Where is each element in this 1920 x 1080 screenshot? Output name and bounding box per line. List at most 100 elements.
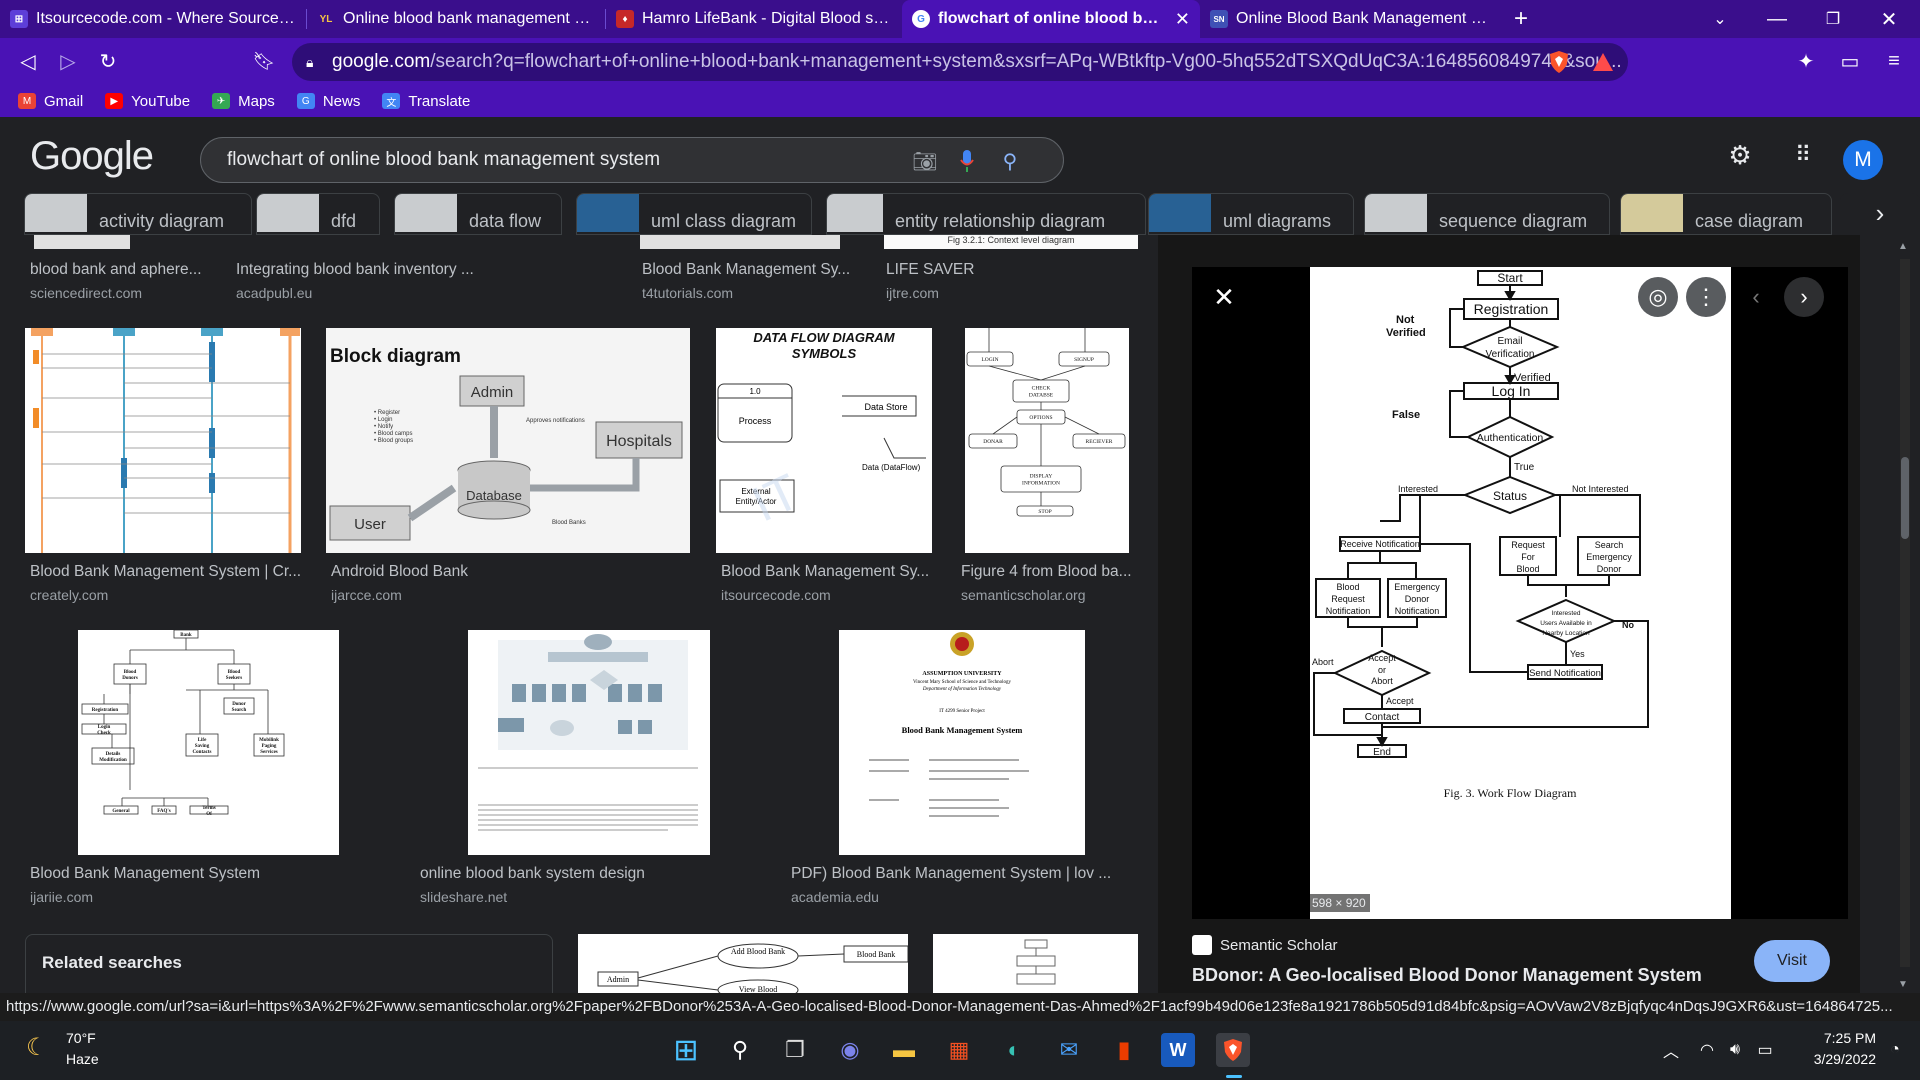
start-menu-icon[interactable]: ⊞ — [669, 1033, 703, 1067]
result-image-bottom-2[interactable] — [933, 934, 1138, 995]
microsoft-store-icon[interactable]: ▦ — [942, 1033, 976, 1067]
camera-icon[interactable]: 📷︎ — [911, 147, 939, 175]
lens-search-icon[interactable]: ◎ — [1638, 277, 1678, 317]
result-caption[interactable]: Figure 4 from Blood ba... — [961, 563, 1132, 581]
result-image-academia[interactable]: ASSUMPTION UNIVERSITY Vincent Mary Schoo… — [839, 630, 1085, 855]
chip-entity-relationship-diagram[interactable]: entity relationship diagram — [826, 193, 1146, 235]
result-caption[interactable]: Integrating blood bank inventory ... — [236, 261, 474, 279]
diagram-label: For — [1521, 552, 1535, 562]
tab-google-search[interactable]: G flowchart of online blood bank m ✕ — [902, 0, 1200, 38]
search-icon[interactable]: ⚲ — [996, 147, 1024, 175]
result-image-bottom-1[interactable]: Add Blood Bank Blood Bank Admin View Blo… — [578, 934, 908, 995]
reload-icon[interactable]: ↻ — [88, 38, 128, 85]
scroll-up-icon[interactable]: ▲ — [1898, 241, 1908, 252]
volume-icon[interactable]: 🔊︎ — [1718, 1033, 1752, 1067]
clock-date[interactable]: 3/29/2022 — [1796, 1051, 1876, 1067]
result-image-ijtre[interactable]: Fig 3.2.1: Context level diagram — [884, 235, 1138, 249]
bookmark-icon[interactable]: 🔖︎ — [244, 38, 284, 85]
battery-icon[interactable]: ▭ — [1748, 1033, 1782, 1067]
result-image-ijariie[interactable]: Bank Blood Donors Blood Seekers Registration D… — [78, 630, 339, 855]
taskbar-search-icon[interactable]: ⚲ — [723, 1033, 757, 1067]
result-caption[interactable]: blood bank and aphere... — [30, 261, 202, 279]
office-icon[interactable]: ▮ — [1107, 1033, 1141, 1067]
bookmark-youtube[interactable]: ▶ YouTube — [105, 93, 190, 110]
result-image-sciencedirect[interactable] — [34, 235, 130, 249]
result-image-itsourcecode[interactable]: DATA FLOW DIAGRAM SYMBOLS 1.0 Process Dat… — [716, 328, 932, 553]
bookmark-gmail[interactable]: M Gmail — [18, 93, 83, 110]
scroll-down-icon[interactable]: ▼ — [1898, 979, 1908, 990]
previous-image-icon[interactable]: ‹ — [1736, 277, 1776, 317]
teams-chat-icon[interactable]: ◉ — [833, 1033, 867, 1067]
result-source: ijariie.com — [30, 889, 94, 905]
notification-icon[interactable]: ◔ — [1878, 1033, 1912, 1067]
chip-sequence-diagram[interactable]: sequence diagram — [1364, 193, 1610, 235]
tab-itsourcecode[interactable]: ⊞ Itsourcecode.com - Where Source Coc — [0, 0, 306, 38]
bookmark-news[interactable]: G News — [296, 93, 360, 110]
mail-icon[interactable]: ✉ — [1052, 1033, 1086, 1067]
file-explorer-icon[interactable]: ▬ — [887, 1033, 921, 1067]
wallet-icon[interactable]: ▭ — [1830, 38, 1870, 85]
result-caption[interactable]: Blood Bank Management System — [30, 865, 260, 883]
result-image-ijarcce[interactable]: Block diagram Admin Hospitals User Datab… — [326, 328, 690, 553]
result-caption[interactable]: Blood Bank Management Sy... — [721, 563, 929, 581]
page-scrollbar[interactable]: ▲ ▼ — [1884, 235, 1920, 995]
result-caption[interactable]: Blood Bank Management System | Cr... — [30, 563, 301, 581]
chip-next-arrow-icon[interactable]: › — [1840, 193, 1920, 235]
chip-dfd[interactable]: dfd — [256, 193, 380, 235]
microphone-icon[interactable] — [953, 147, 981, 175]
clock-time[interactable]: 7:25 PM — [1796, 1030, 1876, 1046]
result-caption[interactable]: Android Blood Bank — [331, 563, 468, 581]
edge-browser-icon[interactable]: ◐ — [997, 1033, 1031, 1067]
tab-hamro-lifebank[interactable]: ♦ Hamro LifeBank - Digital Blood system — [606, 0, 902, 38]
weather-icon[interactable]: ☾ — [26, 1033, 48, 1062]
chip-activity-diagram[interactable]: activity diagram — [24, 193, 252, 235]
close-preview-icon[interactable]: ✕ — [1204, 277, 1244, 317]
visit-button[interactable]: Visit — [1754, 940, 1830, 982]
close-tab-icon[interactable]: ✕ — [1175, 9, 1190, 30]
google-logo[interactable]: Google — [30, 134, 154, 179]
more-options-icon[interactable]: ⋮ — [1686, 277, 1726, 317]
brave-shields-icon[interactable] — [1542, 38, 1576, 85]
close-window-icon[interactable]: ✕ — [1864, 0, 1914, 38]
system-tray-chevron-icon[interactable]: ︿ — [1654, 1033, 1688, 1067]
minimize-icon[interactable]: — — [1752, 0, 1802, 38]
result-title[interactable]: BDonor: A Geo-localised Blood Donor Mana… — [1192, 965, 1702, 986]
result-image-t4tutorials[interactable] — [640, 235, 840, 249]
restore-icon[interactable]: ❐ — [1808, 0, 1858, 38]
result-caption[interactable]: Blood Bank Management Sy... — [642, 261, 850, 279]
result-image-semanticscholar[interactable]: LOGIN SIGNUP CHECK DATABSE OPTIONS DONAR RECIE… — [965, 328, 1129, 553]
task-view-icon[interactable]: ❐ — [778, 1033, 812, 1067]
preview-image-workflow-diagram[interactable]: Start Registration Email Verification Not Ver… — [1310, 267, 1731, 919]
brave-taskbar-icon[interactable] — [1216, 1033, 1250, 1067]
word-icon[interactable]: W — [1161, 1033, 1195, 1067]
chip-uml-diagrams[interactable]: uml diagrams — [1148, 193, 1354, 235]
tab-online-blood-bank-system[interactable]: SN Online Blood Bank Management Syste — [1200, 0, 1504, 38]
apps-grid-icon[interactable]: ⠿ — [1789, 141, 1817, 169]
next-image-icon[interactable]: › — [1784, 277, 1824, 317]
extensions-icon[interactable]: ✦ — [1786, 38, 1826, 85]
address-bar[interactable]: 🔒︎ google.com/search?q=flowchart+of+onli… — [292, 43, 1628, 81]
brave-rewards-icon[interactable] — [1586, 38, 1620, 85]
result-caption[interactable]: LIFE SAVER — [886, 261, 974, 279]
search-input[interactable]: flowchart of online blood bank managemen… — [200, 137, 1064, 183]
result-caption[interactable]: PDF) Blood Bank Management System | lov … — [791, 865, 1111, 883]
new-tab-button[interactable]: + — [1504, 0, 1544, 38]
scrollbar-thumb[interactable] — [1901, 457, 1909, 539]
tab-online-blood-bank[interactable]: YL Online blood bank management syste — [307, 0, 605, 38]
bookmark-maps[interactable]: ✈ Maps — [212, 93, 275, 110]
forward-icon[interactable]: ▷ — [48, 38, 88, 85]
source-name[interactable]: Semantic Scholar — [1220, 937, 1338, 954]
result-image-creately[interactable] — [25, 328, 301, 553]
chip-uml-class-diagram[interactable]: uml class diagram — [576, 193, 812, 235]
back-icon[interactable]: ◁ — [8, 38, 48, 85]
settings-gear-icon[interactable]: ⚙ — [1726, 140, 1754, 170]
menu-icon[interactable]: ≡ — [1874, 38, 1914, 85]
result-caption[interactable]: online blood bank system design — [420, 865, 645, 883]
tab-search-icon[interactable]: ⌄ — [1700, 0, 1740, 38]
chip-data-flow[interactable]: data flow — [394, 193, 562, 235]
weather-temp[interactable]: 70°F — [66, 1030, 96, 1046]
result-image-slideshare[interactable] — [468, 630, 710, 855]
bookmark-translate[interactable]: 文 Translate — [382, 93, 470, 110]
chip-case-diagram[interactable]: case diagram — [1620, 193, 1832, 235]
avatar[interactable]: M — [1843, 140, 1883, 180]
